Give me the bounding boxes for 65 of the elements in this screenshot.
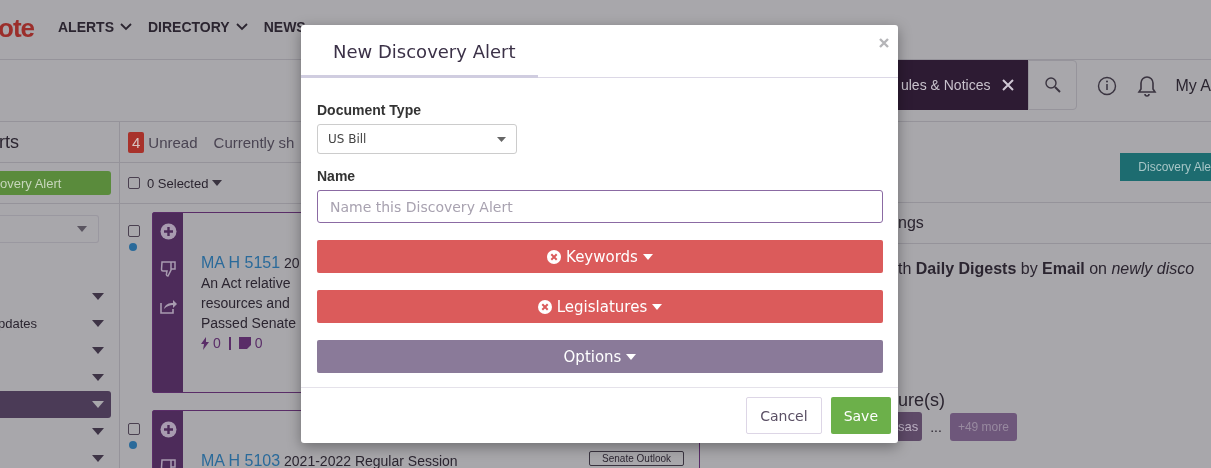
selected-dropdown[interactable]: 0 Selected — [147, 175, 223, 191]
action-count: 0 — [213, 335, 221, 351]
chevron-down-icon — [235, 23, 248, 31]
note-icon — [238, 337, 251, 349]
note-count: 0 — [254, 335, 263, 351]
bill-link[interactable]: MA H 5103 — [201, 452, 281, 468]
caret-icon — [92, 293, 104, 300]
close-icon[interactable] — [1002, 79, 1015, 91]
bill-summary: An Act relative — [201, 274, 291, 293]
ellipsis-text: ... — [930, 418, 942, 435]
legislatures-heading: ure(s) — [898, 390, 946, 411]
caret-icon — [92, 320, 104, 327]
card-checkbox[interactable] — [128, 225, 140, 237]
caret-icon — [652, 303, 663, 310]
caret-icon — [77, 226, 87, 232]
remove-icon — [537, 299, 552, 314]
info-icon[interactable] — [1097, 76, 1118, 96]
select-all-checkbox[interactable] — [128, 177, 140, 189]
discovery-alert-button[interactable]: Discovery Ale — [1120, 153, 1211, 181]
section-toggle-button[interactable]: Options — [317, 340, 883, 373]
caret-icon — [497, 136, 506, 142]
bolt-icon — [201, 336, 209, 350]
field-label: Name — [317, 168, 356, 184]
account-menu[interactable]: My A — [1175, 77, 1211, 95]
caret-icon — [626, 353, 637, 360]
caret-icon — [212, 180, 223, 186]
caret-icon — [642, 253, 653, 260]
section-toggle-button[interactable]: Legislatures — [317, 290, 883, 323]
chevron-down-icon — [120, 23, 132, 31]
cancel-button[interactable]: Cancel — [746, 397, 822, 434]
unread-badge: 4 — [128, 131, 145, 153]
save-button[interactable]: Save — [830, 397, 891, 434]
add-icon[interactable] — [159, 223, 177, 240]
thumbs-down-icon[interactable] — [159, 260, 177, 278]
nav-link[interactable]: DIRECTORY — [148, 19, 248, 35]
nav-link[interactable]: ALERTS — [58, 19, 132, 35]
status-tag: Senate Outlook — [589, 451, 684, 466]
sidebar-title: rts — [0, 131, 19, 153]
remove-icon — [547, 249, 562, 264]
caret-icon — [92, 347, 104, 354]
bill-summary: Passed Senate — [201, 314, 296, 333]
field-label: Document Type — [317, 102, 421, 118]
caret-icon — [92, 374, 104, 381]
alert-summary: th Daily Digests by Email on newly disco — [898, 260, 1195, 278]
card-checkbox[interactable] — [128, 423, 140, 435]
share-icon[interactable] — [159, 298, 177, 314]
bill-summary: resources and — [201, 294, 290, 313]
section-toggle-button[interactable]: Keywords — [317, 240, 883, 273]
session-text: 20 — [284, 255, 300, 271]
search-icon — [1043, 76, 1062, 94]
session-text: 2021-2022 Regular Session — [284, 453, 458, 468]
document-type-select[interactable]: US Bill — [317, 124, 517, 154]
dialog-title: New Discovery Alert — [333, 41, 516, 64]
unread-label: Unread — [148, 133, 198, 151]
section-heading: ngs — [898, 214, 924, 232]
bill-link[interactable]: MA H 5151 — [201, 254, 281, 271]
add-icon[interactable] — [159, 421, 177, 438]
new-alert-button[interactable]: overy Alert — [0, 171, 111, 195]
showing-text: Currently sh — [213, 133, 295, 151]
caret-icon — [92, 401, 104, 408]
caret-icon — [92, 428, 104, 435]
legislature-tag: sas — [898, 412, 923, 441]
search-button[interactable] — [1028, 60, 1078, 110]
name-input[interactable]: Name this Discovery Alert — [317, 190, 883, 223]
caret-icon — [92, 455, 104, 462]
